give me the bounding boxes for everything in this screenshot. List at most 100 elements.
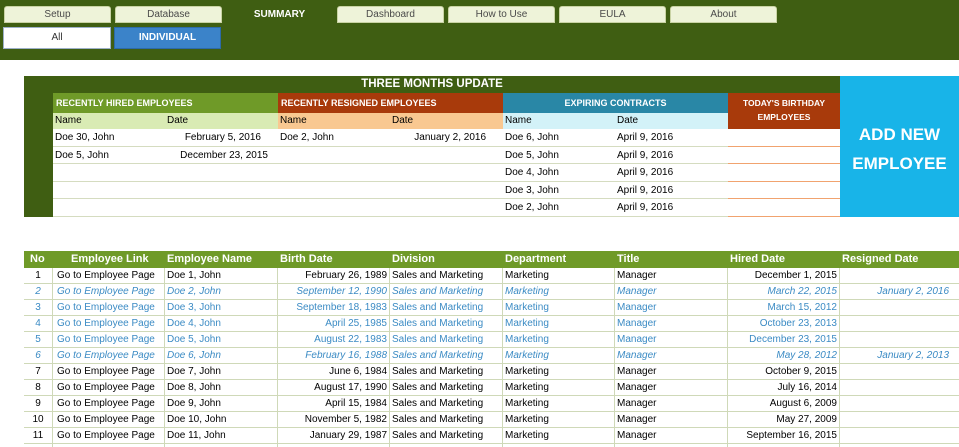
cell-employee-name: Doe 9, John [167, 398, 221, 409]
expiring-name: Doe 5, John [505, 149, 559, 161]
expiring-date: April 9, 2016 [617, 132, 674, 143]
cell-employee-name: Doe 10, John [167, 414, 227, 425]
cell-title: Manager [617, 430, 657, 441]
cell-employee-name: Doe 5, John [167, 334, 221, 345]
expiring-contracts-columns: Name Date [503, 113, 728, 129]
list-item[interactable]: Doe 3, John April 9, 2016 [503, 182, 728, 200]
add-new-employee-button[interactable]: ADD NEW EMPLOYEE [840, 76, 959, 217]
cell-department: Marketing [505, 286, 549, 297]
cell-department: Marketing [505, 318, 549, 329]
cell-division: Sales and Marketing [392, 286, 484, 297]
cell-hired-date: August 6, 2009 [769, 398, 837, 409]
list-item[interactable] [278, 164, 503, 182]
tab-dashboard[interactable]: Dashboard [337, 6, 444, 23]
list-item[interactable] [53, 199, 278, 217]
header-title: Title [617, 253, 640, 265]
resigned-name: Doe 2, John [280, 132, 334, 143]
cell-department: Marketing [505, 270, 549, 281]
tab-database[interactable]: Database [115, 6, 222, 23]
tab-eula[interactable]: EULA [559, 6, 666, 23]
expiring-name: Doe 3, John [505, 184, 559, 196]
employee-page-link[interactable]: Go to Employee Page [57, 380, 162, 395]
list-item[interactable]: Doe 5, John December 23, 2015 [53, 147, 278, 165]
col-date: Date [167, 115, 189, 126]
view-toggle: All INDIVIDUAL [0, 27, 959, 51]
list-item[interactable]: Doe 5, John April 9, 2016 [503, 147, 728, 165]
list-item[interactable] [728, 164, 840, 182]
list-item[interactable]: Doe 2, John April 9, 2016 [503, 199, 728, 217]
list-item[interactable] [728, 147, 840, 165]
cell-division: Sales and Marketing [392, 414, 484, 425]
employee-table: No Employee Link Employee Name Birth Dat… [24, 251, 959, 447]
list-item[interactable]: Doe 4, John April 9, 2016 [503, 164, 728, 182]
employee-page-link[interactable]: Go to Employee Page [57, 364, 162, 379]
expiring-name: Doe 2, John [505, 202, 559, 214]
cell-division: Sales and Marketing [392, 366, 484, 377]
cell-hired-date: March 22, 2015 [767, 286, 838, 297]
cell-department: Marketing [505, 430, 549, 441]
header-department: Department [505, 253, 567, 265]
cell-no: 8 [35, 382, 41, 393]
list-item[interactable] [728, 199, 840, 217]
cell-title: Manager [617, 366, 657, 377]
cell-title: Manager [617, 286, 657, 297]
list-item[interactable]: Doe 6, John April 9, 2016 [503, 129, 728, 147]
employee-page-link[interactable]: Go to Employee Page [57, 284, 162, 299]
list-item[interactable] [278, 199, 503, 217]
cell-birth-date: February 26, 1989 [305, 270, 387, 281]
cell-department: Marketing [505, 382, 549, 393]
employee-page-link[interactable]: Go to Employee Page [57, 268, 162, 283]
cell-hired-date: May 28, 2012 [776, 350, 837, 361]
expiring-name: Doe 4, John [505, 167, 559, 179]
employee-page-link[interactable]: Go to Employee Page [57, 300, 162, 315]
tab-about[interactable]: About [670, 6, 777, 23]
employee-page-link[interactable]: Go to Employee Page [57, 412, 162, 427]
cell-division: Sales and Marketing [392, 430, 484, 441]
view-all-button[interactable]: All [3, 27, 111, 49]
cell-hired-date: December 23, 2015 [749, 334, 837, 345]
cell-hired-date: December 1, 2015 [754, 270, 837, 281]
list-item[interactable] [728, 182, 840, 200]
panel-title: THREE MONTHS UPDATE [361, 78, 503, 90]
list-item[interactable] [278, 147, 503, 165]
cell-birth-date: April 15, 1984 [325, 398, 387, 409]
cell-no: 3 [35, 302, 41, 313]
tab-summary[interactable]: SUMMARY [226, 6, 333, 23]
col-name: Name [280, 115, 307, 126]
list-item[interactable] [278, 182, 503, 200]
employee-page-link[interactable]: Go to Employee Page [57, 428, 162, 443]
list-item[interactable]: Doe 30, John February 5, 2016 [53, 129, 278, 147]
cell-division: Sales and Marketing [392, 382, 484, 393]
list-item[interactable] [53, 164, 278, 182]
list-item[interactable] [728, 129, 840, 147]
expiring-date: April 9, 2016 [617, 167, 674, 179]
cell-title: Manager [617, 318, 657, 329]
cell-no: 7 [35, 366, 41, 377]
expiring-date: April 9, 2016 [617, 202, 674, 214]
cell-employee-name: Doe 2, John [167, 286, 221, 297]
list-item[interactable]: Doe 2, John January 2, 2016 [278, 129, 503, 147]
employee-page-link[interactable]: Go to Employee Page [57, 332, 162, 347]
cell-department: Marketing [505, 334, 549, 345]
header-hired-date: Hired Date [730, 253, 786, 265]
cell-birth-date: August 22, 1983 [314, 334, 387, 345]
hired-date: December 23, 2015 [180, 149, 268, 161]
recently-resigned-section: RECENTLY RESIGNED EMPLOYEES Name Date Do… [278, 93, 503, 217]
employee-page-link[interactable]: Go to Employee Page [57, 316, 162, 331]
expiring-date: April 9, 2016 [617, 184, 674, 196]
cell-division: Sales and Marketing [392, 398, 484, 409]
cell-birth-date: April 25, 1985 [325, 318, 387, 329]
cell-no: 10 [32, 414, 44, 425]
expiring-name: Doe 6, John [505, 132, 559, 143]
cell-employee-name: Doe 6, John [167, 350, 221, 361]
tab-setup[interactable]: Setup [4, 6, 111, 23]
cell-title: Manager [617, 302, 657, 313]
header-resigned-date: Resigned Date [842, 253, 919, 265]
tab-how-to-use[interactable]: How to Use [448, 6, 555, 23]
list-item[interactable] [53, 182, 278, 200]
employee-page-link[interactable]: Go to Employee Page [57, 396, 162, 411]
todays-birthday-header: TODAY'S BIRTHDAY EMPLOYEES [728, 93, 840, 129]
cell-birth-date: February 16, 1988 [305, 350, 387, 361]
employee-page-link[interactable]: Go to Employee Page [57, 348, 162, 363]
view-individual-button[interactable]: INDIVIDUAL [114, 27, 221, 49]
